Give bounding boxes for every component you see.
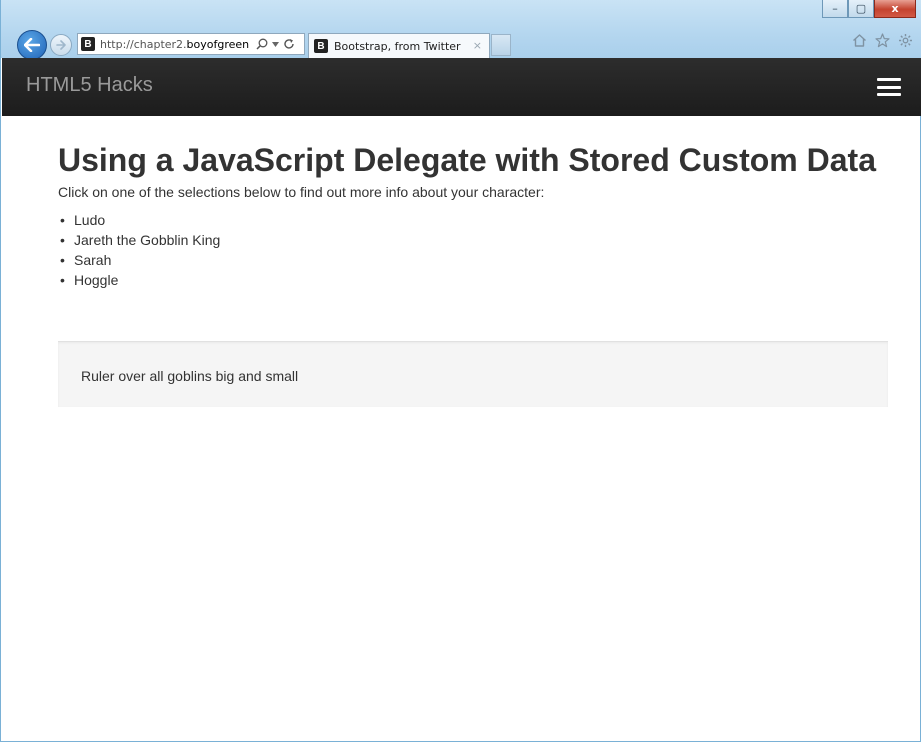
- tab-bootstrap[interactable]: B Bootstrap, from Twitter ×: [308, 33, 490, 58]
- favorites-button[interactable]: [874, 32, 891, 49]
- navbar-brand[interactable]: HTML5 Hacks: [26, 74, 153, 97]
- hamburger-bar: [877, 93, 901, 96]
- refresh-icon[interactable]: [283, 38, 295, 50]
- character-item-sarah[interactable]: Sarah: [58, 250, 888, 270]
- dropdown-arrow-icon[interactable]: [272, 41, 279, 47]
- tab-favicon-icon: B: [314, 39, 328, 53]
- address-url-domain: boyofgreen.c...: [186, 37, 250, 51]
- site-favicon-icon: B: [81, 37, 95, 51]
- hamburger-bar: [877, 78, 901, 81]
- browser-window: – ▢ x B http://chapter2.boyofgreen.c...: [0, 0, 921, 742]
- home-icon: [853, 34, 866, 47]
- search-icon[interactable]: [256, 38, 268, 50]
- hamburger-menu-icon[interactable]: [877, 78, 901, 96]
- new-tab-button[interactable]: [491, 34, 511, 56]
- minimize-button[interactable]: –: [822, 0, 848, 18]
- gear-icon: [899, 34, 912, 47]
- star-icon: [875, 33, 890, 48]
- window-controls: – ▢ x: [822, 0, 916, 20]
- arrow-left-icon: [24, 38, 40, 52]
- character-item-hoggle[interactable]: Hoggle: [58, 270, 888, 290]
- browser-chrome: – ▢ x B http://chapter2.boyofgreen.c...: [1, 0, 921, 60]
- forward-button[interactable]: [50, 34, 72, 56]
- address-actions: [256, 38, 295, 50]
- close-window-button[interactable]: x: [874, 0, 916, 18]
- browser-toolbar-icons: [851, 32, 914, 49]
- home-button[interactable]: [851, 32, 868, 49]
- maximize-button[interactable]: ▢: [848, 0, 874, 18]
- back-button[interactable]: [17, 30, 47, 60]
- character-list: Ludo Jareth the Gobblin King Sarah Hoggl…: [58, 210, 888, 290]
- address-bar[interactable]: B http://chapter2.boyofgreen.c...: [77, 33, 305, 55]
- tab-close-button[interactable]: ×: [473, 39, 482, 52]
- address-url[interactable]: http://chapter2.boyofgreen.c...: [100, 38, 250, 51]
- address-url-prefix: http://chapter2.: [100, 37, 187, 51]
- tab-title: Bootstrap, from Twitter: [334, 39, 461, 53]
- intro-text: Click on one of the selections below to …: [58, 184, 545, 200]
- main-content: Using a JavaScript Delegate with Stored …: [58, 140, 888, 290]
- character-item-ludo[interactable]: Ludo: [58, 210, 888, 230]
- character-item-jareth[interactable]: Jareth the Gobblin King: [58, 230, 888, 250]
- site-navbar: HTML5 Hacks: [2, 58, 921, 116]
- hamburger-bar: [877, 85, 901, 89]
- settings-button[interactable]: [897, 32, 914, 49]
- character-info-well: Ruler over all goblins big and small: [58, 341, 888, 407]
- page-title: Using a JavaScript Delegate with Stored …: [58, 142, 876, 178]
- arrow-right-icon: [55, 40, 66, 50]
